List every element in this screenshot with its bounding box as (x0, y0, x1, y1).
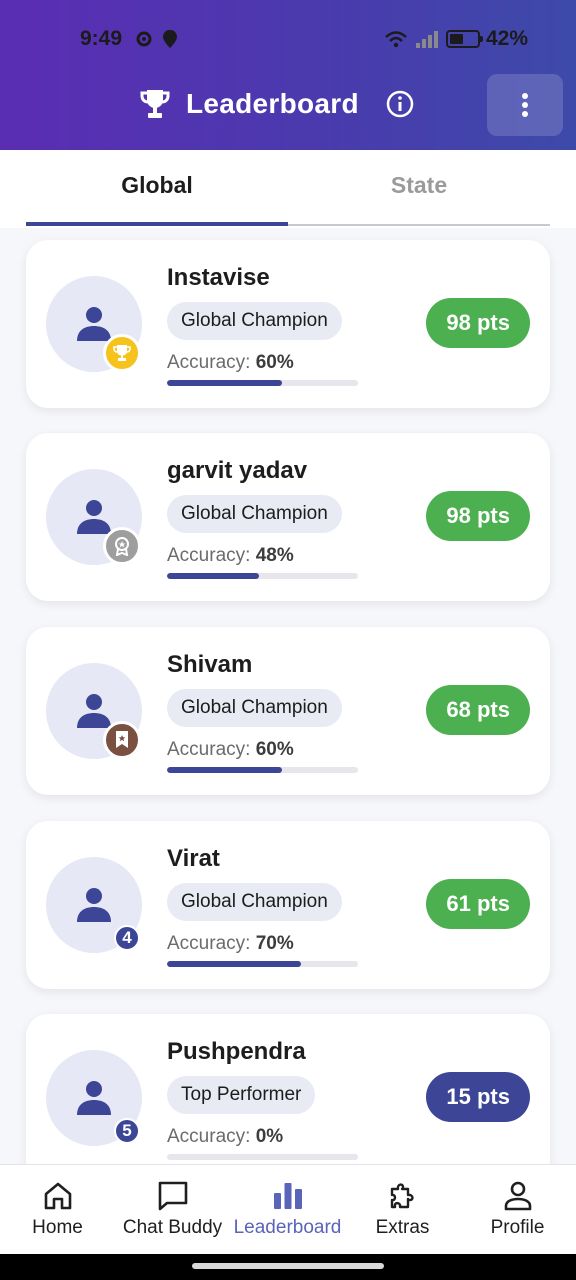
home-icon (44, 1182, 71, 1210)
nav-profile[interactable]: Profile (460, 1179, 575, 1239)
accuracy-progress-bar (167, 961, 358, 967)
nav-extras-label: Extras (375, 1217, 430, 1238)
accuracy-progress-bar (167, 573, 358, 579)
points-badge: 98 pts (426, 298, 530, 348)
system-navigation-bar (0, 1254, 576, 1280)
accuracy-value: 48% (255, 545, 294, 566)
info-icon[interactable] (386, 90, 414, 118)
bar-chart-icon (273, 1183, 302, 1209)
person-icon (504, 1181, 531, 1211)
wifi-icon (385, 31, 407, 48)
status-bar: 9:49 42% (0, 26, 576, 54)
accuracy-prefix: Accuracy: (167, 933, 256, 954)
leader-card[interactable]: 4 Virat Global Champion Accuracy: 70% 61… (26, 821, 550, 989)
accuracy-prefix: Accuracy: (167, 1126, 256, 1147)
accuracy-value: 70% (255, 933, 294, 954)
points-badge: 68 pts (426, 685, 530, 735)
accuracy-prefix: Accuracy: (167, 352, 256, 373)
points-badge: 61 pts (426, 879, 530, 929)
rank-number: 5 (114, 1118, 140, 1144)
accuracy-label: Accuracy: 0% (167, 1126, 283, 1148)
tab-active-indicator (26, 222, 288, 226)
status-right: 42% (384, 27, 528, 51)
location-status-icon (163, 30, 177, 48)
accuracy-value: 60% (255, 739, 294, 760)
nav-home[interactable]: Home (0, 1179, 115, 1239)
signal-icon (415, 31, 438, 48)
rank-badge (103, 721, 141, 759)
nav-chat-buddy[interactable]: Chat Buddy (115, 1179, 230, 1239)
accuracy-label: Accuracy: 48% (167, 545, 294, 567)
page-title: Leaderboard (186, 88, 359, 119)
nav-leaderboard-label: Leaderboard (233, 1217, 342, 1238)
trophy-icon (140, 90, 170, 118)
leader-card[interactable]: Instavise Global Champion Accuracy: 60% … (26, 240, 550, 408)
leader-title-chip: Top Performer (167, 1076, 316, 1114)
battery-icon (445, 30, 483, 48)
settings-status-icon (136, 31, 152, 47)
nav-chat-label: Chat Buddy (122, 1217, 223, 1238)
person-icon (77, 694, 111, 728)
ribbon-icon (116, 731, 128, 748)
accuracy-progress-bar (167, 380, 358, 386)
accuracy-value: 0% (255, 1126, 284, 1147)
rank-badge (103, 527, 141, 565)
trophy-icon (113, 345, 131, 361)
status-icons (134, 29, 178, 49)
rank-number: 4 (114, 925, 140, 951)
leader-card[interactable]: 5 Pushpendra Top Performer Accuracy: 0% … (26, 1014, 550, 1182)
leader-title-chip: Global Champion (167, 302, 342, 340)
nav-home-label: Home (32, 1217, 83, 1238)
accuracy-progress-fill (167, 573, 259, 579)
leader-title-chip: Global Champion (167, 883, 342, 921)
accuracy-progress-fill (167, 961, 301, 967)
app-header: 9:49 42% Leaderboard (0, 0, 576, 150)
title-row: Leaderboard (0, 74, 576, 136)
accuracy-progress-bar (167, 1154, 358, 1160)
leader-name: Virat (167, 845, 220, 872)
leader-name: Pushpendra (167, 1038, 306, 1065)
accuracy-progress-bar (167, 767, 358, 773)
accuracy-value: 60% (255, 352, 294, 373)
accuracy-prefix: Accuracy: (167, 545, 256, 566)
person-icon (77, 1081, 111, 1115)
leader-name: Instavise (167, 264, 270, 291)
leader-name: garvit yadav (167, 457, 308, 484)
accuracy-progress-fill (167, 767, 282, 773)
accuracy-label: Accuracy: 70% (167, 933, 294, 955)
leader-name: Shivam (167, 651, 253, 678)
tab-state[interactable]: State (288, 172, 550, 199)
status-time: 9:49 (80, 27, 123, 50)
tab-bar: Global State (26, 150, 550, 228)
more-vert-icon (522, 93, 528, 117)
battery-fill (449, 34, 463, 44)
rank-badge (103, 334, 141, 372)
nav-leaderboard[interactable]: Leaderboard (230, 1179, 345, 1239)
accuracy-prefix: Accuracy: (167, 739, 256, 760)
home-indicator[interactable] (192, 1263, 384, 1269)
battery-percent: 42% (485, 27, 528, 50)
leader-card[interactable]: Shivam Global Champion Accuracy: 60% 68 … (26, 627, 550, 795)
accuracy-label: Accuracy: 60% (167, 352, 294, 374)
points-badge: 15 pts (426, 1072, 530, 1122)
nav-extras[interactable]: Extras (345, 1179, 460, 1239)
chat-icon (158, 1181, 187, 1211)
leader-card[interactable]: garvit yadav Global Champion Accuracy: 4… (26, 433, 550, 601)
more-menu-button[interactable] (487, 74, 563, 136)
tab-global[interactable]: Global (26, 172, 288, 199)
person-icon (77, 888, 111, 922)
puzzle-icon (390, 1183, 414, 1209)
leader-title-chip: Global Champion (167, 495, 342, 533)
bottom-nav: Home Chat Buddy Leaderboard Extras Profi… (0, 1164, 576, 1254)
points-badge: 98 pts (426, 491, 530, 541)
person-icon (77, 500, 111, 534)
leader-title-chip: Global Champion (167, 689, 342, 727)
accuracy-label: Accuracy: 60% (167, 739, 294, 761)
person-icon (77, 307, 111, 341)
accuracy-progress-fill (167, 380, 282, 386)
medal-icon (115, 537, 129, 556)
nav-profile-label: Profile (490, 1217, 545, 1238)
